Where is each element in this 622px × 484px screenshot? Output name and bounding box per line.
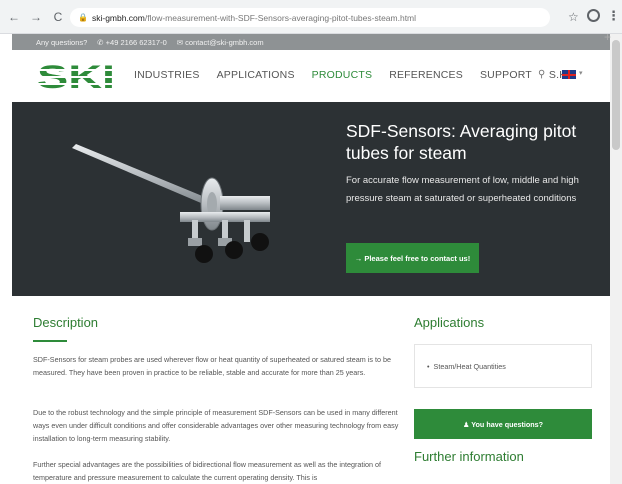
applications-list: • Steam/Heat Quantities xyxy=(414,344,592,388)
search-icon[interactable]: ⚲ xyxy=(538,69,545,80)
reload-icon[interactable]: C xyxy=(50,9,66,25)
description-paragraph: Further special advantages are the possi… xyxy=(33,460,381,482)
hero-banner: SDF-Sensors: Averaging pitot tubes for s… xyxy=(12,102,610,296)
address-bar[interactable]: 🔒 ski-gmbh.com /flow-measurement-with-SD… xyxy=(70,8,550,27)
hero-subtitle: For accurate flow measurement of low, mi… xyxy=(346,175,579,204)
contact-us-button[interactable]: → Please feel free to contact us! xyxy=(346,243,479,273)
description-paragraph: SDF-Sensors for steam probes are used wh… xyxy=(33,355,391,377)
account-icon[interactable] xyxy=(587,9,600,22)
back-arrow-icon[interactable]: ← xyxy=(6,9,22,25)
plus-icon[interactable]: + xyxy=(604,30,611,44)
questions-button[interactable]: ♟ You have questions? xyxy=(414,409,592,439)
ski-logo[interactable]: SKI xyxy=(36,60,116,94)
url-path: /flow-measurement-with-SDF-Sensors-avera… xyxy=(144,12,417,23)
hero-title: SDF-Sensors: Averaging pitot tubes for s… xyxy=(346,121,577,163)
more-menu-icon[interactable]: ⋮ xyxy=(607,8,620,24)
pitot-tube-product-image xyxy=(72,144,270,263)
lock-icon: 🔒 xyxy=(78,13,88,22)
phone-link[interactable]: ✆ +49 2166 62317-0 xyxy=(97,38,166,47)
contact-info-bar: Any questions? ✆ +49 2166 62317-0 ✉ cont… xyxy=(12,34,610,50)
questions-label: Any questions? xyxy=(36,37,88,47)
nav-applications[interactable]: APPLICATIONS xyxy=(217,69,295,81)
bookmark-star-icon[interactable]: ☆ xyxy=(568,10,579,24)
heading-underline xyxy=(33,340,67,342)
nav-support[interactable]: SUPPORT xyxy=(480,69,532,81)
url-host: ski-gmbh.com xyxy=(91,12,145,23)
uk-flag-icon[interactable] xyxy=(562,70,576,79)
forward-arrow-icon[interactable]: → xyxy=(28,9,44,25)
nav-industries[interactable]: INDUSTRIES xyxy=(134,69,200,81)
applications-heading: Applications xyxy=(414,315,485,330)
chevron-down-icon[interactable]: ▾ xyxy=(579,69,583,77)
site-header: SKI INDUSTRIES APPLICATIONS PRODUCTS REF… xyxy=(12,50,610,102)
bullet-icon: • xyxy=(427,361,430,371)
application-item[interactable]: Steam/Heat Quantities xyxy=(434,362,506,371)
email-link[interactable]: ✉ contact@ski-gmbh.com xyxy=(177,38,264,47)
scrollbar-thumb[interactable] xyxy=(612,40,620,150)
description-heading: Description xyxy=(33,315,99,330)
main-navigation: INDUSTRIES APPLICATIONS PRODUCTS REFEREN… xyxy=(134,69,593,81)
description-paragraph: Due to the robust technology and the sim… xyxy=(33,408,399,443)
nav-references[interactable]: REFERENCES xyxy=(389,69,463,81)
nav-products[interactable]: PRODUCTS xyxy=(312,69,373,81)
further-information-heading: Further information xyxy=(414,449,524,464)
